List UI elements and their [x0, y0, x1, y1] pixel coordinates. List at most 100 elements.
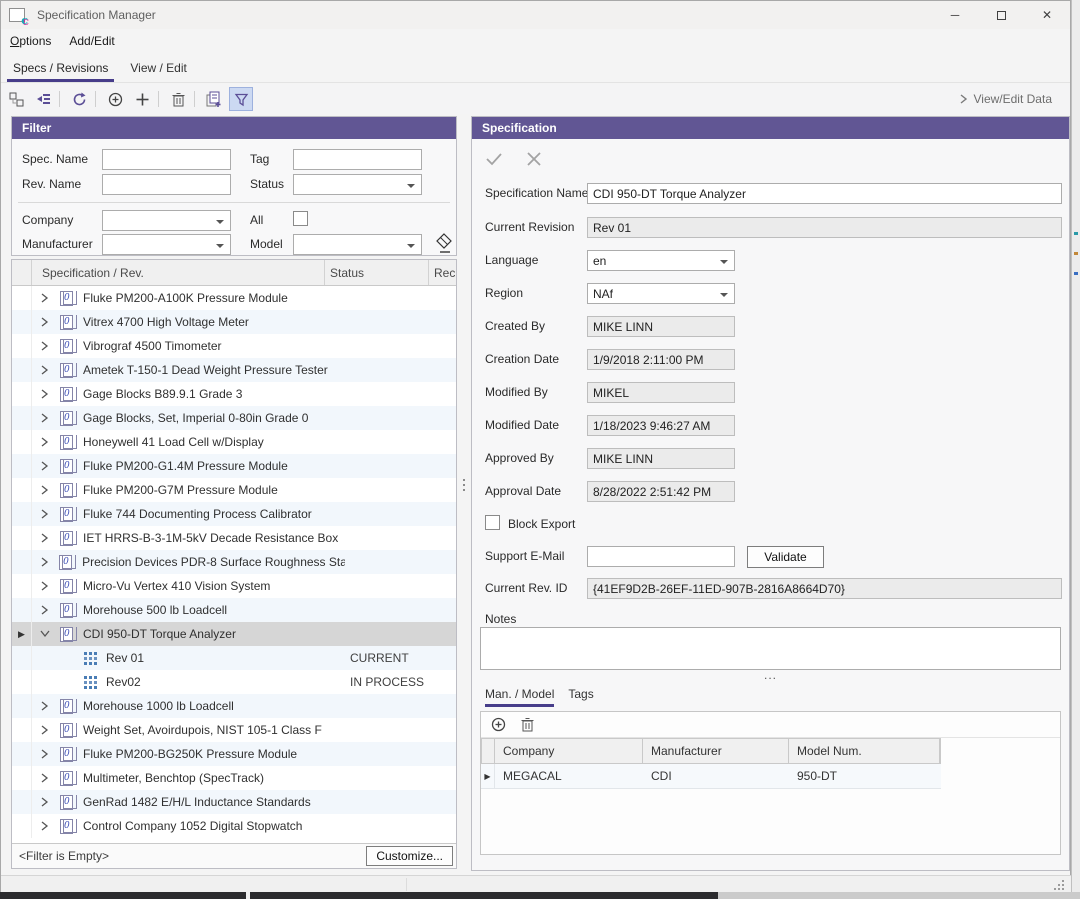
table-row[interactable]: ▶ Control Company 1052 Digital Stopwatch — [12, 814, 456, 838]
panel-splitter[interactable] — [461, 479, 467, 499]
approval-date-field — [587, 481, 735, 502]
tree-header-status[interactable]: Status — [325, 260, 429, 285]
plus-icon[interactable] — [130, 87, 154, 111]
rev-name-input[interactable] — [102, 174, 231, 195]
block-export-checkbox[interactable] — [485, 515, 500, 530]
chevron-right-icon[interactable] — [41, 821, 51, 831]
all-checkbox[interactable] — [293, 211, 308, 226]
table-row[interactable]: ▶ CDI 950-DT Torque Analyzer — [12, 622, 456, 646]
spec-name-input[interactable] — [102, 149, 231, 170]
chevron-right-icon[interactable] — [41, 725, 51, 735]
revision-grid-icon — [84, 652, 97, 665]
col-manufacturer[interactable]: Manufacturer — [643, 739, 789, 763]
cancel-x-icon[interactable] — [522, 147, 546, 171]
chevron-right-icon[interactable] — [41, 605, 51, 615]
table-row-revision[interactable]: ▶ Rev 01 CURRENT — [12, 646, 456, 670]
table-row-revision[interactable]: ▶ Rev02 IN PROCESS — [12, 670, 456, 694]
table-row[interactable]: ▶ Gage Blocks B89.9.1 Grade 3 — [12, 382, 456, 406]
table-row[interactable]: ▶ Honeywell 41 Load Cell w/Display — [12, 430, 456, 454]
validate-button[interactable]: Validate — [747, 546, 824, 568]
toolbar-separator — [194, 91, 195, 107]
table-row[interactable]: ▶ Fluke PM200-G1.4M Pressure Module — [12, 454, 456, 478]
main-tabstrip: Specs / Revisions View / Edit — [1, 55, 1070, 83]
table-row[interactable]: ▶ Gage Blocks, Set, Imperial 0-80in Grad… — [12, 406, 456, 430]
add-row-icon[interactable] — [486, 713, 510, 737]
language-dropdown[interactable]: en — [587, 250, 735, 271]
view-edit-data-link[interactable]: View/Edit Data — [960, 84, 1053, 114]
table-row[interactable]: ▶ Ametek T-150-1 Dead Weight Pressure Te… — [12, 358, 456, 382]
table-row[interactable]: ▶ GenRad 1482 E/H/L Inductance Standards — [12, 790, 456, 814]
minimize-button[interactable]: ─ — [932, 1, 978, 29]
chevron-right-icon[interactable] — [41, 509, 51, 519]
maximize-button[interactable] — [978, 1, 1024, 29]
resize-grip[interactable] — [1053, 880, 1064, 891]
chevron-right-icon[interactable] — [41, 389, 51, 399]
table-row[interactable]: ▶ Morehouse 1000 lb Loadcell — [12, 694, 456, 718]
region-dropdown[interactable]: NAf — [587, 283, 735, 304]
chevron-right-icon[interactable] — [41, 797, 51, 807]
chevron-right-icon[interactable] — [41, 437, 51, 447]
tab-man-model[interactable]: Man. / Model — [485, 687, 554, 707]
chevron-right-icon[interactable] — [41, 341, 51, 351]
tab-specs-revisions[interactable]: Specs / Revisions — [3, 55, 118, 82]
table-row[interactable]: ▶ Precision Devices PDR-8 Surface Roughn… — [12, 550, 456, 574]
table-row[interactable]: ▶ IET HRRS-B-3-1M-5kV Decade Resistance … — [12, 526, 456, 550]
chevron-right-icon[interactable] — [41, 581, 51, 591]
table-row[interactable]: ▶ Vibrograf 4500 Timometer — [12, 334, 456, 358]
indent-list-icon[interactable] — [31, 87, 55, 111]
chevron-right-icon[interactable] — [41, 749, 51, 759]
support-email-input[interactable] — [587, 546, 735, 567]
company-dropdown[interactable] — [102, 210, 231, 231]
filter-icon[interactable] — [229, 87, 253, 111]
spec-name-field[interactable] — [587, 183, 1062, 204]
tab-tags[interactable]: Tags — [568, 687, 593, 707]
menu-options[interactable]: Options — [1, 31, 60, 51]
man-model-row[interactable]: ▶ MEGACAL CDI 950-DT — [481, 764, 941, 789]
trash-icon[interactable] — [166, 87, 190, 111]
chevron-right-icon[interactable] — [41, 701, 51, 711]
table-row[interactable]: ▶ Fluke PM200-BG250K Pressure Module — [12, 742, 456, 766]
chevron-right-icon[interactable] — [41, 317, 51, 327]
chevron-right-icon[interactable] — [41, 461, 51, 471]
col-company[interactable]: Company — [495, 739, 643, 763]
table-row[interactable]: ▶ Fluke PM200-G7M Pressure Module — [12, 478, 456, 502]
manufacturer-dropdown[interactable] — [102, 234, 231, 255]
chevron-right-icon[interactable] — [41, 365, 51, 375]
clear-filter-eraser-icon[interactable] — [434, 232, 454, 254]
chevron-right-icon[interactable] — [41, 629, 51, 639]
notes-textarea[interactable] — [480, 627, 1061, 670]
chevron-right-icon[interactable] — [41, 413, 51, 423]
add-circle-icon[interactable] — [103, 87, 127, 111]
table-row[interactable]: ▶ Vitrex 4700 High Voltage Meter — [12, 310, 456, 334]
collapse-handle[interactable]: ... — [472, 668, 1069, 682]
chevron-right-icon[interactable] — [41, 557, 50, 567]
table-row[interactable]: ▶ Morehouse 500 lb Loadcell — [12, 598, 456, 622]
status-dropdown[interactable] — [293, 174, 422, 195]
tree-header-name[interactable]: Specification / Rev. — [32, 260, 325, 285]
chevron-right-icon[interactable] — [41, 485, 51, 495]
hierarchy-icon[interactable] — [4, 87, 28, 111]
col-model-num[interactable]: Model Num. — [789, 739, 940, 763]
copy-list-icon[interactable] — [202, 87, 226, 111]
model-dropdown[interactable] — [293, 234, 422, 255]
delete-row-icon[interactable] — [515, 713, 539, 737]
table-row[interactable]: ▶ Weight Set, Avoirdupois, NIST 105-1 Cl… — [12, 718, 456, 742]
tree-header-rec[interactable]: Rec — [429, 266, 456, 280]
table-row[interactable]: ▶ Fluke PM200-A100K Pressure Module — [12, 286, 456, 310]
menu-add-edit[interactable]: Add/Edit — [60, 31, 123, 51]
tag-input[interactable] — [293, 149, 422, 170]
chevron-right-icon — [960, 94, 968, 104]
cell-company: MEGACAL — [495, 769, 643, 783]
table-row[interactable]: ▶ Multimeter, Benchtop (SpecTrack) — [12, 766, 456, 790]
tab-view-edit[interactable]: View / Edit — [120, 55, 196, 82]
accept-check-icon[interactable] — [482, 147, 506, 171]
chevron-right-icon[interactable] — [41, 293, 51, 303]
spec-doc-icon — [60, 363, 73, 378]
chevron-right-icon[interactable] — [41, 533, 51, 543]
table-row[interactable]: ▶ Fluke 744 Documenting Process Calibrat… — [12, 502, 456, 526]
chevron-right-icon[interactable] — [41, 773, 51, 783]
close-button[interactable]: ✕ — [1024, 1, 1070, 29]
refresh-icon[interactable] — [67, 87, 91, 111]
customize-button[interactable]: Customize... — [366, 846, 453, 866]
table-row[interactable]: ▶ Micro-Vu Vertex 410 Vision System — [12, 574, 456, 598]
